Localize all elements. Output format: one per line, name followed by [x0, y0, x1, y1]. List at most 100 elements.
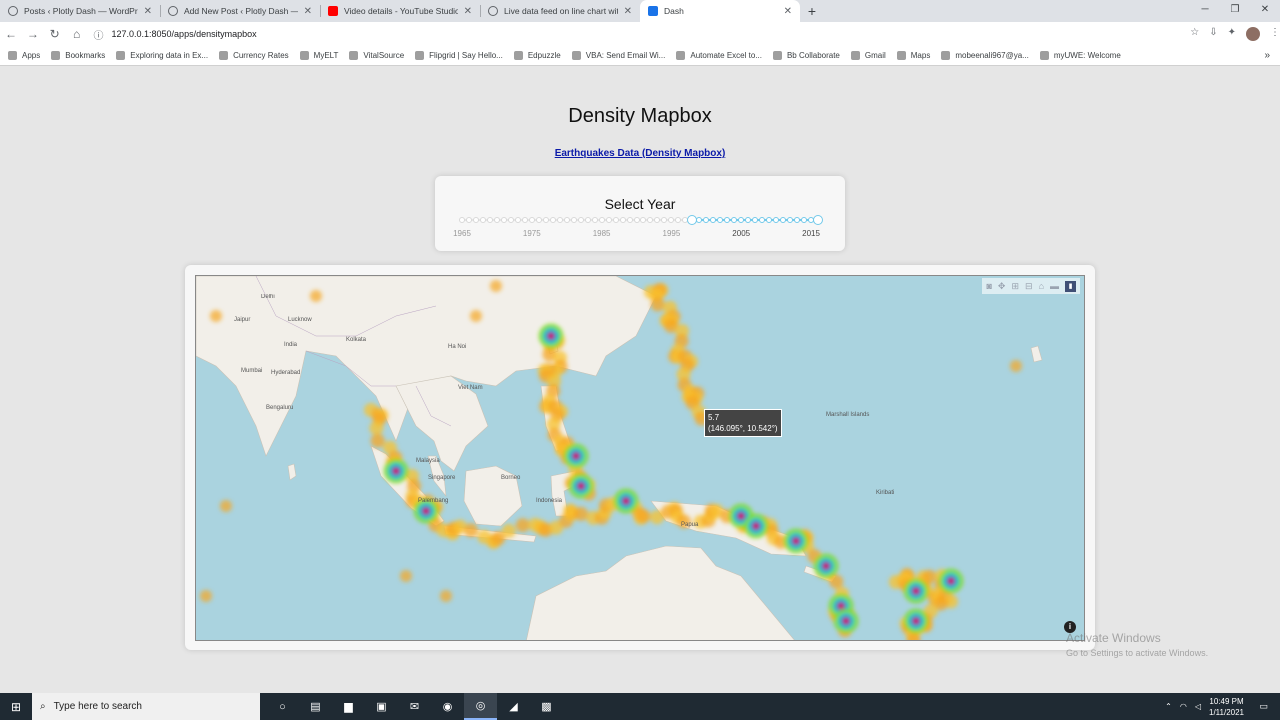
slider-year-dot[interactable]: [759, 217, 766, 223]
slider-year-dot[interactable]: [668, 217, 675, 223]
slider-year-dot[interactable]: [773, 217, 780, 223]
slider-year-dot[interactable]: [661, 217, 668, 223]
slider-year-dot[interactable]: [598, 217, 605, 223]
windows-start-icon[interactable]: ⊞: [0, 693, 32, 720]
slider-year-dot[interactable]: [493, 217, 500, 223]
close-tab-icon[interactable]: ✕: [464, 6, 472, 17]
reset-icon[interactable]: ▬: [1050, 281, 1059, 291]
store-icon[interactable]: ▣: [365, 693, 398, 720]
slider-year-dot[interactable]: [647, 217, 654, 223]
slider-year-dot[interactable]: [745, 217, 752, 223]
bookmark-item[interactable]: VBA: Send Email Wi...: [571, 51, 665, 60]
close-tab-icon[interactable]: ✕: [304, 6, 312, 17]
reload-icon[interactable]: ↻: [44, 27, 66, 41]
slider-year-dot[interactable]: [563, 217, 570, 223]
slider-year-dot[interactable]: [801, 217, 808, 223]
terminal-icon[interactable]: ▩: [530, 693, 563, 720]
volume-icon[interactable]: ◁: [1195, 702, 1201, 711]
slider-year-dot[interactable]: [465, 217, 472, 223]
slider-year-dot[interactable]: [696, 217, 703, 223]
back-icon[interactable]: ←: [0, 27, 22, 41]
home-icon[interactable]: ⌂: [66, 27, 88, 41]
tab-add-new-post[interactable]: Add New Post ‹ Plotly Dash — W ✕: [160, 0, 320, 22]
bookmark-item[interactable]: Bookmarks: [51, 51, 105, 60]
bookmark-item[interactable]: Maps: [896, 51, 930, 60]
slider-year-dot[interactable]: [542, 217, 549, 223]
slider-year-dot[interactable]: [612, 217, 619, 223]
density-map[interactable]: Delhi Jaipur Lucknow India Mumbai Hyderabad Be…: [195, 275, 1085, 641]
notification-icon[interactable]: ▭: [1259, 701, 1268, 712]
home-icon[interactable]: ⌂: [1039, 281, 1044, 291]
slider-year-dot[interactable]: [675, 217, 682, 223]
menu-icon[interactable]: ⋮: [1270, 27, 1280, 41]
slider-year-dot[interactable]: [584, 217, 591, 223]
zoom-in-icon[interactable]: ⊞: [1011, 281, 1019, 292]
bookmark-item[interactable]: Apps: [8, 51, 40, 60]
slider-year-dot[interactable]: [633, 217, 640, 223]
pan-icon[interactable]: ✥: [998, 281, 1006, 292]
network-icon[interactable]: ◠: [1180, 702, 1187, 711]
slider-year-dot[interactable]: [514, 217, 521, 223]
slider-year-dot[interactable]: [794, 217, 801, 223]
slider-year-dot[interactable]: [507, 217, 514, 223]
slider-year-dot[interactable]: [535, 217, 542, 223]
chevron-up-icon[interactable]: ⌃: [1165, 702, 1172, 711]
bookmark-item[interactable]: mobeenali967@ya...: [941, 51, 1029, 60]
slider-year-dot[interactable]: [528, 217, 535, 223]
close-tab-icon[interactable]: ✕: [144, 6, 152, 17]
plotly-logo-icon[interactable]: ▮: [1065, 280, 1076, 292]
slider-year-dot[interactable]: [731, 217, 738, 223]
slider-year-dot[interactable]: [710, 217, 717, 223]
cortana-icon[interactable]: ○: [266, 693, 299, 720]
star-icon[interactable]: ☆: [1190, 27, 1199, 41]
forward-icon[interactable]: →: [22, 27, 44, 41]
slider-year-dot[interactable]: [479, 217, 486, 223]
minimize-icon[interactable]: ─: [1190, 0, 1220, 20]
taskbar-search-box[interactable]: ⌕ Type here to search: [32, 693, 260, 720]
mail-icon[interactable]: ✉: [398, 693, 431, 720]
bookmark-item[interactable]: Automate Excel to...: [676, 51, 762, 60]
map-canvas[interactable]: Delhi Jaipur Lucknow India Mumbai Hyderabad Be…: [196, 276, 1085, 641]
address-bar[interactable]: ⓘ 127.0.0.1:8050/apps/densitymapbox: [94, 24, 1173, 44]
site-info-icon[interactable]: ⓘ: [94, 27, 104, 42]
extensions-icon[interactable]: ✦: [1228, 27, 1236, 41]
slider-year-dot[interactable]: [703, 217, 710, 223]
clock[interactable]: 10:49 PM 1/11/2021: [1209, 696, 1244, 718]
zoom-out-icon[interactable]: ⊟: [1025, 281, 1033, 292]
slider-year-dot[interactable]: [780, 217, 787, 223]
slider-year-dot[interactable]: [717, 217, 724, 223]
bookmark-item[interactable]: Bb Collaborate: [772, 51, 840, 60]
slider-year-dot[interactable]: [486, 217, 493, 223]
bookmark-item[interactable]: myUWE: Welcome: [1039, 51, 1121, 60]
close-tab-icon[interactable]: ✕: [624, 6, 632, 17]
slider-year-dot[interactable]: [472, 217, 479, 223]
slider-year-dot[interactable]: [787, 217, 794, 223]
slider-year-dot[interactable]: [605, 217, 612, 223]
slider-year-dot[interactable]: [626, 217, 633, 223]
camera-icon[interactable]: ◙: [986, 281, 991, 291]
edge-icon[interactable]: ◉: [431, 693, 464, 720]
bookmark-item[interactable]: Exploring data in Ex...: [116, 51, 208, 60]
bookmark-item[interactable]: Edpuzzle: [513, 51, 561, 60]
slider-year-dot[interactable]: [556, 217, 563, 223]
file-explorer-icon[interactable]: ▆: [332, 693, 365, 720]
app-icon[interactable]: ◢: [497, 693, 530, 720]
slider-handle-start[interactable]: [687, 215, 697, 225]
profile-avatar[interactable]: [1246, 27, 1260, 41]
slider-year-dot[interactable]: [549, 217, 556, 223]
slider-year-dot[interactable]: [500, 217, 507, 223]
slider-year-dot[interactable]: [654, 217, 661, 223]
earthquakes-data-link[interactable]: Earthquakes Data (Density Mapbox): [0, 148, 1280, 159]
slider-year-dot[interactable]: [738, 217, 745, 223]
close-tab-icon[interactable]: ✕: [784, 6, 792, 17]
slider-year-dot[interactable]: [577, 217, 584, 223]
chrome-icon[interactable]: ◎: [464, 693, 497, 720]
bookmark-item[interactable]: Gmail: [850, 51, 886, 60]
bookmark-item[interactable]: Flipgrid | Say Hello...: [415, 51, 503, 60]
download-icon[interactable]: ⇩: [1209, 27, 1217, 41]
restore-icon[interactable]: ❐: [1220, 0, 1250, 20]
slider-year-dot[interactable]: [752, 217, 759, 223]
new-tab-button[interactable]: +: [800, 0, 824, 22]
slider-year-dot[interactable]: [591, 217, 598, 223]
bookmark-item[interactable]: Currency Rates: [219, 51, 289, 60]
